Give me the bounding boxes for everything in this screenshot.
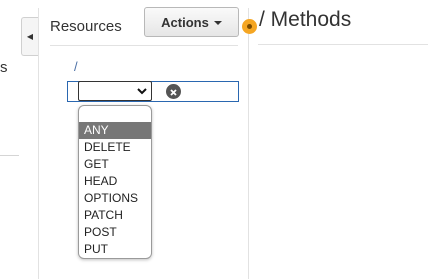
handle-dot (247, 24, 252, 29)
cancel-method-button[interactable] (166, 84, 181, 99)
nav-divider (38, 8, 39, 279)
panel-divider (248, 8, 249, 279)
actions-button[interactable]: Actions (144, 7, 239, 37)
method-option-post[interactable]: POST (79, 224, 151, 241)
caret-down-icon (213, 21, 222, 25)
method-option-delete[interactable]: DELETE (79, 139, 151, 156)
method-dropdown-list: ANY DELETE GET HEAD OPTIONS PATCH POST P… (78, 105, 152, 259)
collapse-nav-button[interactable]: ◀ (21, 17, 38, 56)
actions-label: Actions (161, 14, 209, 30)
method-select[interactable] (78, 81, 152, 101)
methods-title: / Methods (259, 8, 352, 31)
method-option-any[interactable]: ANY (79, 122, 151, 139)
resize-handle-icon[interactable] (242, 19, 257, 34)
methods-divider (258, 44, 428, 45)
resource-root-link[interactable]: / (74, 59, 78, 74)
method-option-put[interactable]: PUT (79, 241, 151, 258)
chevron-left-icon: ◀ (26, 32, 34, 41)
method-option-options[interactable]: OPTIONS (79, 190, 151, 207)
method-option-head[interactable]: HEAD (79, 173, 151, 190)
resources-divider (50, 45, 238, 46)
chevron-down-icon (137, 87, 147, 95)
method-option-get[interactable]: GET (79, 156, 151, 173)
close-icon (170, 83, 177, 101)
resources-title: Resources (50, 18, 122, 35)
left-nav-divider (0, 155, 19, 156)
method-option-patch[interactable]: PATCH (79, 207, 151, 224)
left-nav-partial-label: s (0, 59, 8, 76)
